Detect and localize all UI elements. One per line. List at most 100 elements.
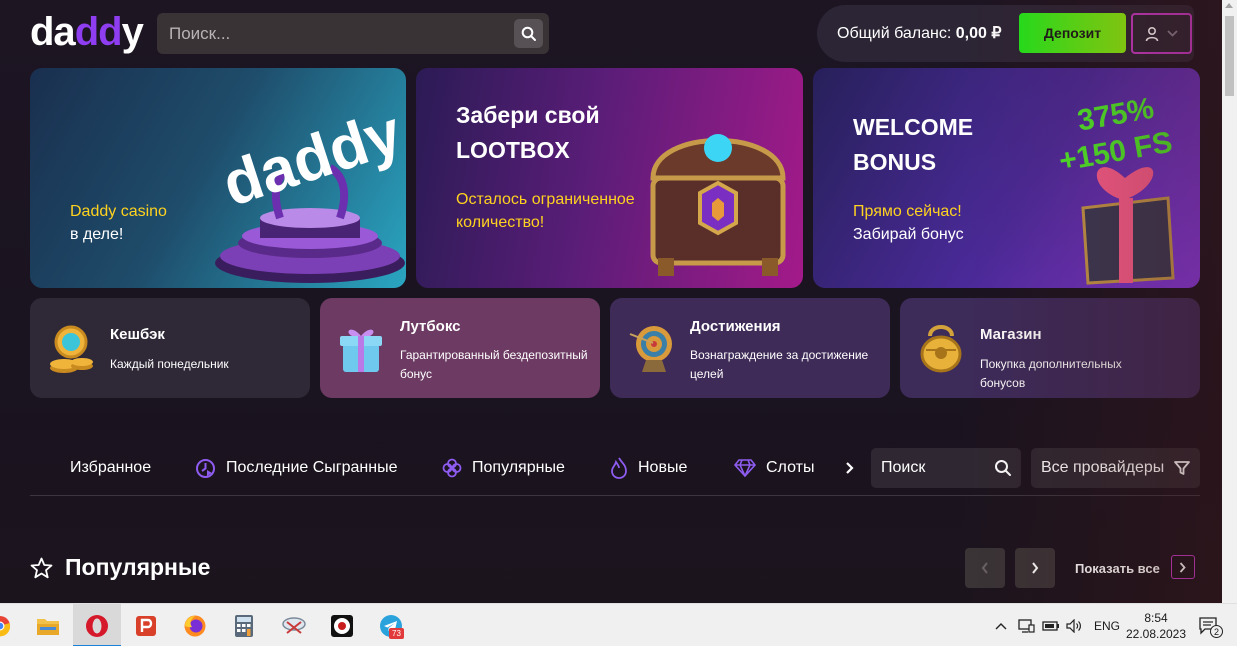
chevron-right-icon — [1180, 561, 1187, 573]
popular-next-button[interactable] — [1015, 548, 1055, 588]
tab-recently-played-label: Последние Сыгранные — [226, 459, 398, 476]
diamond-icon — [734, 459, 756, 477]
card-achievements-title: Достижения — [690, 318, 781, 335]
treasure-chest-art — [650, 134, 786, 276]
balance-label: Общий баланс: — [837, 25, 952, 42]
card-achievements[interactable]: Достижения Вознаграждение за достижение … — [610, 298, 890, 398]
show-all-label: Показать все — [1075, 561, 1160, 576]
file-explorer-icon — [37, 618, 59, 635]
tray-language[interactable]: ENG — [1094, 604, 1120, 646]
search-icon[interactable] — [994, 459, 1012, 477]
filter-icon — [1174, 461, 1191, 475]
tab-favorites-label: Избранное — [70, 459, 152, 476]
clover-icon — [442, 458, 462, 478]
banner-3-white-text: Забирай бонус — [853, 226, 964, 243]
providers-filter-label: Все провайдеры — [1041, 459, 1165, 476]
banner-3-title: WELCOME BONUS — [853, 110, 973, 180]
card-achievements-subtitle: Вознаграждение за достижение целей — [690, 348, 869, 381]
podium-art: daddy — [215, 98, 406, 283]
taskbar-poker-app[interactable] — [318, 604, 366, 646]
scroll-thumb[interactable] — [1225, 16, 1234, 96]
network-icon — [1018, 618, 1035, 633]
popular-title-text: Популярные — [65, 554, 211, 580]
scroll-up-arrow[interactable] — [1225, 3, 1233, 8]
taskbar-firefox[interactable] — [171, 604, 219, 646]
banner-3-title-line1: WELCOME — [853, 114, 974, 140]
banner-welcome-bonus[interactable]: 375% +150 FS WELCOME BONUS Прямо сейчас!… — [813, 68, 1200, 288]
header-search-button[interactable] — [514, 19, 543, 48]
calculator-icon — [235, 614, 253, 637]
categories-scroll-right-button[interactable] — [845, 458, 854, 478]
telegram-unread-badge: 73 — [389, 628, 404, 639]
search-icon — [521, 26, 536, 41]
show-all-link[interactable]: Показать все — [1075, 555, 1195, 579]
game-search-input[interactable] — [881, 448, 991, 488]
coins-icon — [50, 325, 93, 373]
tray-battery[interactable] — [1042, 604, 1060, 646]
balance-text: Общий баланс: 0,00 ₽ — [837, 23, 1002, 43]
user-icon — [1145, 26, 1159, 41]
banner-1-yellow-text: Daddy casino — [70, 203, 167, 220]
treasure-bag-icon — [920, 325, 962, 373]
tray-show-hidden[interactable] — [995, 604, 1007, 646]
flame-icon — [611, 457, 627, 479]
tray-notifications[interactable]: 2 — [1199, 604, 1232, 646]
tray-volume[interactable] — [1066, 604, 1083, 646]
section-title-popular: Популярные — [30, 554, 210, 581]
p-app-icon — [136, 615, 156, 636]
chrome-icon — [0, 615, 11, 636]
tab-popular[interactable]: Популярные — [442, 458, 565, 478]
chevron-right-icon — [1032, 562, 1039, 574]
snipping-icon — [282, 616, 306, 634]
banner-3-title-line2: BONUS — [853, 149, 937, 175]
tray-date: 22.08.2023 — [1125, 626, 1187, 641]
firefox-icon — [184, 615, 206, 636]
banner-2-title-line2: LOOTBOX — [456, 137, 570, 163]
card-shop[interactable]: Магазин Покупка дополнительных бонусов — [900, 298, 1200, 398]
svg-text:daddy: daddy — [215, 98, 406, 220]
tab-favorites[interactable]: Избранное — [70, 458, 151, 478]
card-cashback[interactable]: Кешбэк Каждый понедельник — [30, 298, 310, 398]
balance-value: 0,00 ₽ — [955, 25, 1002, 42]
chevron-left-icon — [981, 562, 988, 574]
user-menu-button[interactable] — [1131, 13, 1192, 54]
banner-2-yellow-line1: Осталось ограниченное — [456, 191, 635, 208]
daddy-logo[interactable]: da dd y — [30, 12, 144, 52]
banner-2-yellow-text: Осталось ограниченное количество! — [456, 188, 635, 234]
taskbar-calculator[interactable] — [220, 604, 268, 646]
header-search-input[interactable] — [169, 13, 499, 54]
chevron-up-icon — [995, 622, 1007, 629]
battery-icon — [1042, 620, 1059, 631]
game-search — [871, 448, 1021, 488]
tab-slots[interactable]: Слоты — [734, 458, 814, 478]
deposit-button[interactable]: Депозит — [1019, 13, 1126, 53]
tab-popular-label: Популярные — [472, 459, 565, 476]
balance-panel: Общий баланс: 0,00 ₽ Депозит — [817, 5, 1194, 62]
tray-network[interactable] — [1018, 604, 1035, 646]
taskbar-opera[interactable] — [73, 604, 121, 646]
tray-clock[interactable]: 8:54 22.08.2023 — [1125, 604, 1187, 646]
banner-2-title: Забери свой LOOTBOX — [456, 98, 600, 168]
category-divider — [30, 495, 1200, 496]
providers-filter[interactable]: Все провайдеры — [1031, 448, 1200, 488]
card-shop-title: Магазин — [980, 326, 1042, 343]
popular-prev-button[interactable] — [965, 548, 1005, 588]
tab-recently-played[interactable]: Последние Сыгранные — [195, 458, 398, 478]
banner-daddy-casino[interactable]: daddy Daddy casino в деле! — [30, 68, 406, 288]
page-scrollbar[interactable] — [1222, 0, 1237, 603]
taskbar-chrome[interactable] — [0, 604, 24, 646]
tab-slots-label: Слоты — [766, 459, 815, 476]
banner-2-yellow-line2: количество! — [456, 214, 545, 231]
tab-new[interactable]: Новые — [610, 457, 687, 479]
taskbar-telegram[interactable]: 73 — [367, 604, 415, 646]
taskbar-snipping-tool[interactable] — [270, 604, 318, 646]
windows-taskbar: 73 ENG 8:54 22.08.2023 2 — [0, 603, 1237, 646]
card-shop-subtitle: Покупка дополнительных бонусов — [980, 357, 1122, 390]
svg-text:+150 FS: +150 FS — [1057, 126, 1175, 178]
banner-lootbox[interactable]: Забери свой LOOTBOX Осталось ограниченно… — [416, 68, 803, 288]
gift-box-icon — [340, 329, 382, 372]
taskbar-file-explorer[interactable] — [24, 604, 72, 646]
card-lootbox[interactable]: Лутбокс Гарантированный бездепозитный бо… — [320, 298, 600, 398]
poker-app-icon — [331, 614, 353, 637]
taskbar-p-app[interactable] — [122, 604, 170, 646]
